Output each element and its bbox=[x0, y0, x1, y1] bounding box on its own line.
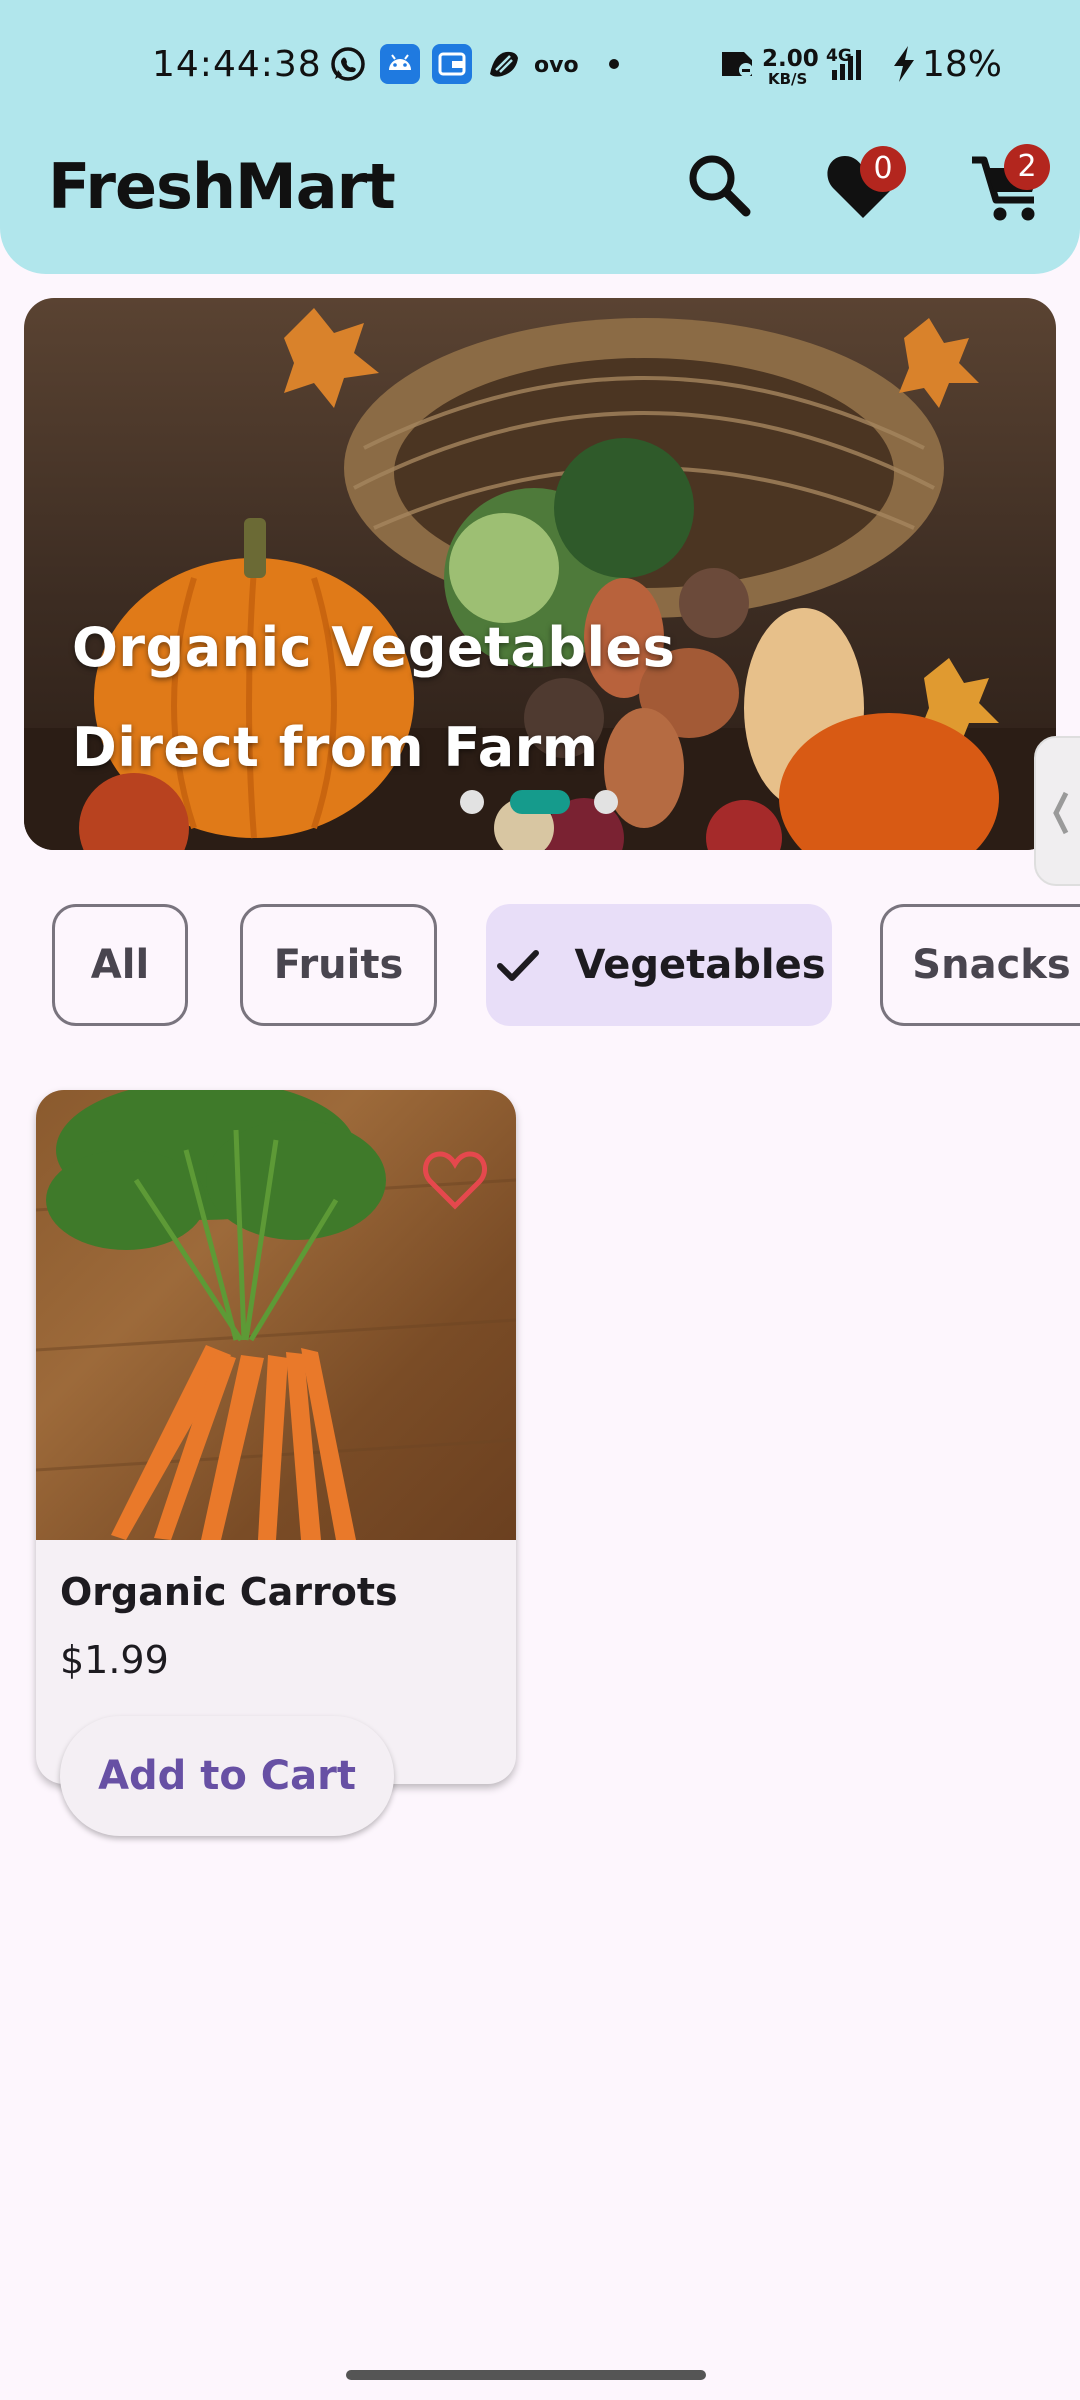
search-icon bbox=[689, 155, 751, 217]
chip-label: Fruits bbox=[273, 942, 404, 988]
cart-count-badge: 2 bbox=[1004, 144, 1050, 190]
wishlist-button[interactable]: 0 bbox=[818, 140, 908, 230]
signal-icon bbox=[832, 50, 861, 80]
search-button[interactable] bbox=[674, 140, 764, 230]
app-icon bbox=[490, 51, 518, 77]
carousel-indicator-1[interactable] bbox=[460, 790, 484, 814]
carousel-indicator-3[interactable] bbox=[594, 790, 618, 814]
ovo-icon: ovo bbox=[534, 53, 579, 78]
category-chip-vegetables[interactable]: Vegetables bbox=[486, 904, 832, 1026]
product-name: Organic Carrots bbox=[60, 1570, 398, 1614]
chip-label: Vegetables bbox=[574, 942, 826, 988]
category-chip-fruits[interactable]: Fruits bbox=[240, 904, 437, 1026]
check-icon bbox=[497, 950, 540, 981]
top-app-bar: 14:44:38 ovo 2.00 KB/S 4G 18% FreshMart … bbox=[0, 0, 1080, 274]
edge-panel-handle[interactable] bbox=[1034, 736, 1080, 886]
net-speed-unit: KB/S bbox=[768, 70, 808, 88]
dot-icon bbox=[609, 59, 619, 69]
status-bar: 14:44:38 ovo 2.00 KB/S 4G 18% bbox=[0, 30, 1080, 106]
promo-banner-carousel[interactable]: Organic Vegetables Direct from Farm bbox=[24, 298, 1056, 850]
android-icon bbox=[380, 44, 420, 84]
chevron-left-icon bbox=[1053, 791, 1069, 835]
whatsapp-icon bbox=[331, 47, 365, 81]
product-price: $1.99 bbox=[60, 1638, 169, 1682]
status-time: 14:44:38 bbox=[152, 44, 322, 85]
chip-label: All bbox=[90, 942, 150, 988]
cart-button[interactable]: 2 bbox=[962, 140, 1052, 230]
gesture-home-bar[interactable] bbox=[346, 2370, 706, 2380]
category-chip-all[interactable]: All bbox=[52, 904, 188, 1026]
net-speed-value: 2.00 bbox=[762, 46, 819, 72]
wallet-icon bbox=[432, 44, 472, 84]
product-card[interactable]: Organic Carrots $1.99 Add to Cart bbox=[36, 1090, 516, 1836]
app-title: FreshMart bbox=[48, 150, 396, 223]
carousel-indicator-2[interactable] bbox=[510, 790, 570, 814]
banner-headline-line1: Organic Vegetables bbox=[72, 616, 676, 679]
add-to-cart-button[interactable]: Add to Cart bbox=[60, 1716, 394, 1836]
favorite-button[interactable] bbox=[416, 1140, 494, 1218]
app-root: 14:44:38 ovo 2.00 KB/S 4G 18% FreshMart … bbox=[0, 0, 1080, 2400]
chip-label: Snacks bbox=[912, 942, 1071, 988]
charging-icon bbox=[894, 46, 914, 82]
wishlist-count-badge: 0 bbox=[860, 146, 906, 192]
sim-card-icon bbox=[722, 52, 753, 77]
heart-outline-icon bbox=[423, 1151, 487, 1210]
battery-percent: 18% bbox=[922, 44, 1003, 85]
banner-headline-line2: Direct from Farm bbox=[72, 716, 599, 779]
category-chip-snacks[interactable]: Snacks bbox=[880, 904, 1080, 1026]
